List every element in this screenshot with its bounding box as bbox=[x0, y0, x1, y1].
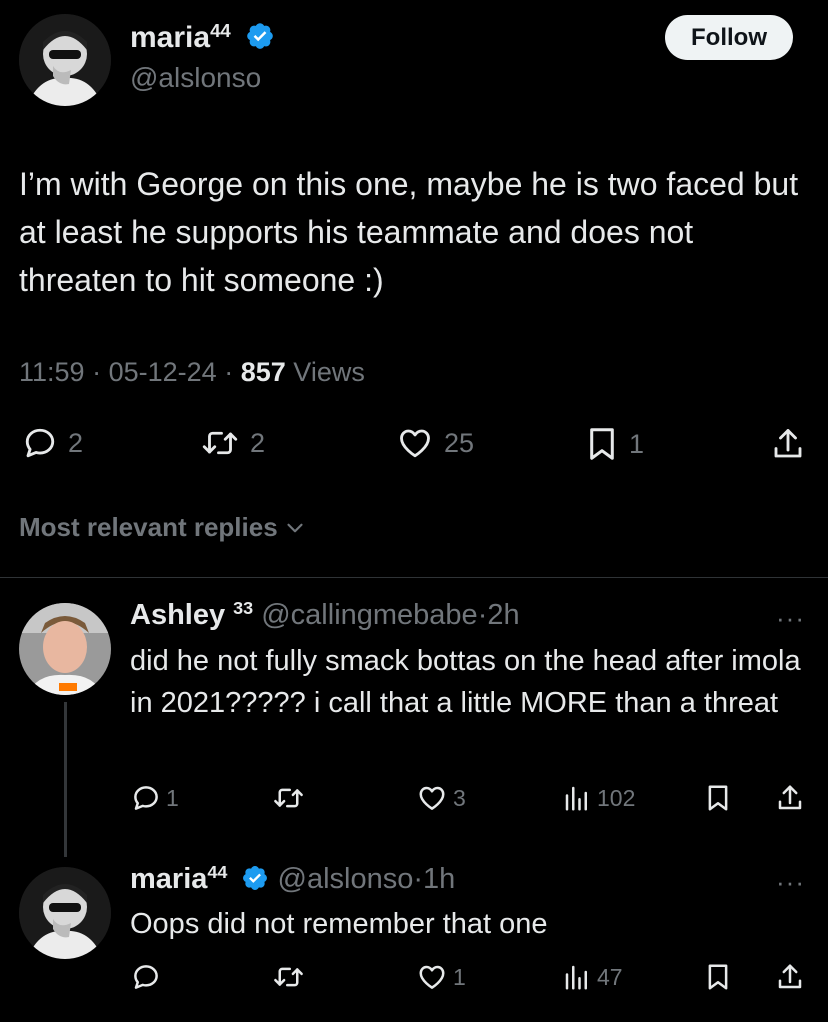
reply-sort-label: Most relevant replies bbox=[19, 512, 278, 542]
reply-like-button[interactable]: 3 bbox=[416, 783, 466, 813]
reply-views-button[interactable]: 102 bbox=[562, 783, 635, 813]
reply-views-count: 102 bbox=[597, 784, 636, 811]
bookmark-count: 1 bbox=[629, 428, 645, 459]
meta-separator: · bbox=[92, 357, 102, 387]
bookmark-button[interactable]: 1 bbox=[585, 425, 644, 463]
reply-like-count: 3 bbox=[453, 784, 466, 811]
reply-share-button[interactable] bbox=[775, 962, 805, 992]
verified-icon bbox=[247, 23, 273, 50]
views-icon bbox=[565, 786, 587, 811]
views-label: Views bbox=[293, 357, 365, 387]
reply-reply-button[interactable]: 1 bbox=[131, 783, 179, 813]
author-badge-number: 44 bbox=[210, 20, 231, 41]
reply-repost-button[interactable] bbox=[272, 783, 310, 813]
author-name[interactable]: maria44 bbox=[130, 20, 275, 55]
reply-age[interactable]: 1h bbox=[423, 863, 455, 895]
tweet-time[interactable]: 11:59 bbox=[19, 357, 85, 387]
author-avatar[interactable] bbox=[19, 14, 111, 106]
more-options-button[interactable]: ··· bbox=[776, 603, 805, 634]
repost-button[interactable]: 2 bbox=[200, 425, 265, 461]
reply-icon bbox=[134, 786, 158, 810]
views-icon bbox=[565, 965, 587, 990]
share-icon bbox=[778, 964, 802, 989]
reply-text: did he not fully smack bottas on the hea… bbox=[130, 645, 801, 719]
reply-sort-selector[interactable]: Most relevant replies bbox=[19, 512, 308, 543]
share-button[interactable] bbox=[770, 425, 806, 463]
reply-button[interactable]: 2 bbox=[22, 425, 83, 461]
meta-separator: · bbox=[413, 862, 424, 895]
thread-line bbox=[64, 702, 67, 857]
share-icon bbox=[778, 785, 802, 810]
like-button[interactable]: 25 bbox=[396, 425, 474, 461]
tweet-meta: 11:59 · 05-12-24 · 857 Views bbox=[19, 357, 365, 388]
tweet-text: I’m with George on this one, maybe he is… bbox=[19, 166, 799, 298]
repost-count: 2 bbox=[250, 427, 266, 458]
views-count: 857 bbox=[240, 357, 286, 387]
like-count: 25 bbox=[444, 427, 475, 458]
like-icon bbox=[419, 786, 445, 810]
reply-bookmark-button[interactable] bbox=[705, 783, 731, 813]
repost-icon bbox=[202, 431, 238, 455]
reply-views-count: 47 bbox=[597, 963, 623, 990]
like-icon bbox=[400, 429, 430, 458]
author-handle[interactable]: @alslonso bbox=[130, 62, 261, 94]
reply-author-badge: 33 bbox=[233, 598, 254, 618]
bookmark-icon bbox=[708, 785, 728, 811]
reply-icon bbox=[25, 428, 55, 458]
reply-share-button[interactable] bbox=[775, 783, 805, 813]
share-icon bbox=[774, 429, 802, 458]
reply-like-count: 1 bbox=[453, 963, 466, 990]
reply-reply-count: 1 bbox=[166, 784, 179, 811]
reply-count: 2 bbox=[68, 427, 84, 458]
reply-handle[interactable]: @callingmebabe bbox=[261, 599, 477, 631]
reply-like-button[interactable]: 1 bbox=[416, 962, 466, 992]
reply-avatar[interactable] bbox=[19, 867, 111, 959]
chevron-down-icon bbox=[287, 523, 303, 532]
bookmark-icon bbox=[590, 428, 614, 460]
reply-age[interactable]: 2h bbox=[487, 599, 519, 631]
reply-text: Oops did not remember that one bbox=[130, 908, 548, 940]
reply-reply-button[interactable] bbox=[131, 962, 166, 992]
more-options-button[interactable]: ··· bbox=[776, 867, 805, 898]
reply-header: maria44 @alslonso·1h bbox=[130, 862, 455, 896]
follow-button[interactable]: Follow bbox=[665, 15, 793, 60]
like-icon bbox=[419, 965, 445, 989]
reply-header: Ashley 33 @callingmebabe·2h bbox=[130, 598, 520, 632]
section-divider bbox=[0, 577, 828, 578]
repost-icon bbox=[274, 788, 303, 808]
meta-separator: · bbox=[477, 598, 488, 631]
reply-views-button[interactable]: 47 bbox=[562, 962, 623, 992]
reply-repost-button[interactable] bbox=[272, 962, 310, 992]
reply-author-name[interactable]: maria44 bbox=[130, 862, 228, 895]
repost-icon bbox=[274, 967, 303, 987]
reply-handle[interactable]: @alslonso bbox=[278, 863, 414, 895]
meta-separator: · bbox=[224, 357, 234, 387]
reply-author-name[interactable]: Ashley 33 bbox=[130, 598, 254, 631]
reply-author-name-text: maria bbox=[130, 862, 208, 895]
reply-author-badge: 44 bbox=[207, 862, 228, 882]
tweet-date[interactable]: 05-12-24 bbox=[109, 357, 217, 387]
reply-avatar[interactable] bbox=[19, 603, 111, 695]
reply-icon bbox=[134, 965, 158, 989]
bookmark-icon bbox=[708, 964, 728, 990]
reply-author-name-text: Ashley bbox=[130, 598, 226, 631]
reply-bookmark-button[interactable] bbox=[705, 962, 731, 992]
author-name-text: maria bbox=[130, 21, 211, 55]
verified-icon bbox=[243, 865, 268, 890]
